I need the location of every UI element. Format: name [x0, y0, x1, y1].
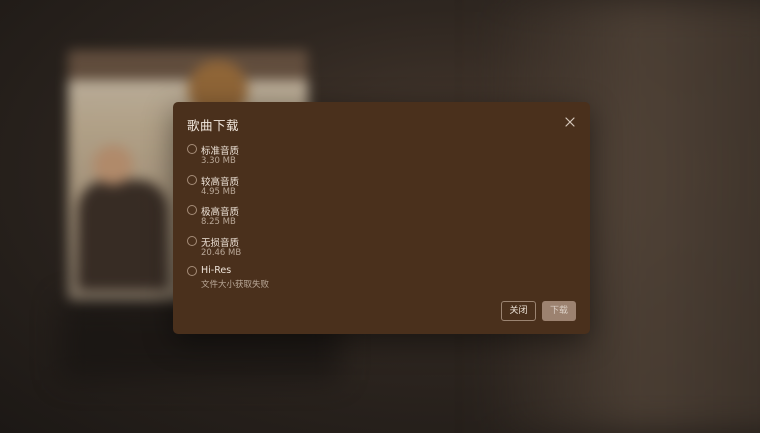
file-size: 3.30 MB — [201, 156, 236, 166]
quality-label: 较高音质 — [201, 176, 240, 188]
radio-button[interactable] — [187, 174, 197, 185]
quality-label: Hi-Res — [201, 265, 232, 276]
file-size: 8.25 MB — [201, 217, 236, 227]
close-icon — [565, 117, 575, 127]
file-size: 20.46 MB — [201, 247, 242, 258]
song-download-dialog: 歌曲下载 标准音质 3.30 MB 较高音质 4.95 MB 极高音质 8.25… — [173, 102, 590, 334]
radio-button[interactable] — [187, 235, 197, 246]
close-button[interactable]: 关闭 — [501, 301, 536, 321]
dialog-title: 歌曲下载 — [187, 118, 240, 133]
quality-label: 无损音质 — [201, 237, 240, 249]
quality-label: 标准音质 — [201, 146, 240, 157]
download-button[interactable]: 下载 — [542, 301, 576, 321]
file-size: 文件大小获取失败 — [201, 280, 270, 290]
quality-label: 极高音质 — [201, 207, 240, 218]
radio-button[interactable] — [187, 144, 197, 154]
radio-button[interactable] — [187, 205, 197, 215]
dialog-close-button[interactable] — [562, 114, 578, 130]
file-size: 4.95 MB — [201, 186, 236, 197]
radio-button[interactable] — [187, 266, 197, 276]
